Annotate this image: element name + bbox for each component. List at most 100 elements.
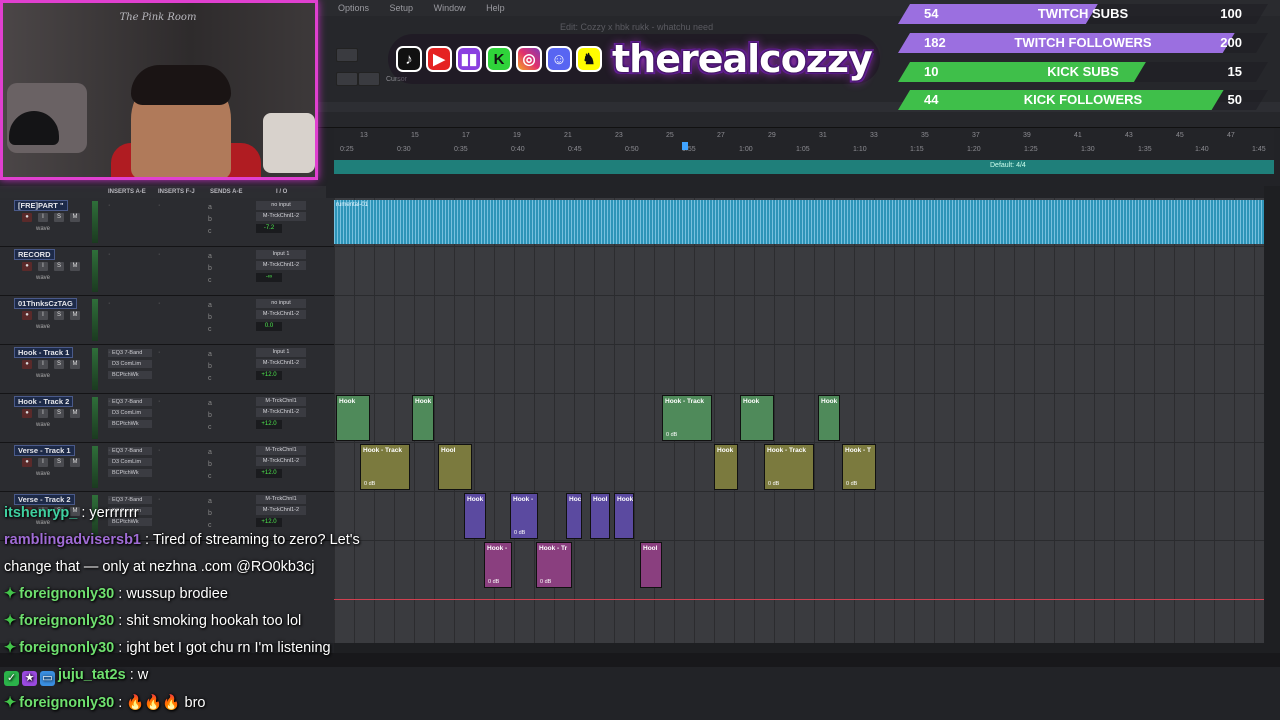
track-name[interactable]: Hook - Track 1 <box>14 347 74 358</box>
track-row[interactable]: [FRE]PART " ● I S Mwave · · a b c no input M-TrckCh… <box>0 198 334 247</box>
instrumental-audio-clip[interactable]: rumental-01 <box>334 200 1264 244</box>
edit-window-tracks[interactable]: rumental-01 Hook Hook Hook - Track 0 dB Hook… <box>334 198 1264 643</box>
track-view-selector[interactable]: wave <box>36 471 50 477</box>
track-row[interactable]: RECORD ● I S Mwave · · a b c Input 1 M-TrckChnl1-2 -… <box>0 247 334 296</box>
send-slot-b[interactable]: b <box>208 412 212 419</box>
track-view-selector[interactable]: wave <box>36 422 50 428</box>
region-clip[interactable]: Hook - Track 0 dB <box>764 444 814 490</box>
track-view-selector[interactable]: wave <box>36 226 50 232</box>
region-clip[interactable]: Hook - 0 dB <box>484 542 512 588</box>
send-slot-c[interactable]: c <box>208 228 212 235</box>
chat-username[interactable]: foreignonly30 <box>19 586 114 602</box>
region-clip[interactable]: Hook - Track 0 dB <box>360 444 410 490</box>
chat-username[interactable]: juju_tat2s <box>58 667 126 683</box>
send-slot-c[interactable]: c <box>208 326 212 333</box>
track-volume-readout[interactable]: +12.0 <box>256 518 282 527</box>
zoom-button[interactable] <box>358 72 380 86</box>
track-output-selector[interactable]: M-TrckChnl1-2 <box>256 506 306 515</box>
region-clip[interactable]: Hook <box>614 493 634 539</box>
menu-help[interactable]: Help <box>486 0 505 16</box>
empty-insert-dot[interactable]: · <box>158 202 160 209</box>
chat-username[interactable]: itshenryp_ <box>4 505 77 521</box>
region-clip[interactable]: Hook - T 0 dB <box>842 444 876 490</box>
region-clip[interactable]: Hook - Tr 0 dB <box>536 542 572 588</box>
track-volume-readout[interactable]: +12.0 <box>256 371 282 380</box>
track-name[interactable]: Hook - Track 2 <box>14 396 74 407</box>
track-view-selector[interactable]: wave <box>36 373 50 379</box>
empty-insert-dot[interactable]: · <box>108 202 110 209</box>
region-clip[interactable]: Hoc <box>566 493 582 539</box>
region-clip[interactable]: Hool <box>590 493 610 539</box>
menu-options[interactable]: Options <box>338 0 369 16</box>
track-row[interactable]: 01ThnksCzTAG ● I S Mwave · · a b c no input M-TrckC… <box>0 296 334 345</box>
input-monitor-button[interactable]: I <box>38 360 48 369</box>
send-slot-b[interactable]: b <box>208 265 212 272</box>
track-name[interactable]: [FRE]PART " <box>14 200 68 211</box>
track-name[interactable]: RECORD <box>14 249 55 260</box>
pencil-tool-button[interactable] <box>336 48 358 62</box>
send-slot-a[interactable]: a <box>208 204 212 211</box>
record-arm-button[interactable]: ● <box>22 458 32 467</box>
send-slot-b[interactable]: b <box>208 314 212 321</box>
insert-slot[interactable]: D3 ComLim <box>108 360 152 368</box>
empty-insert-dot[interactable]: · <box>108 300 110 307</box>
region-clip[interactable]: Hook <box>464 493 486 539</box>
send-slot-c[interactable]: c <box>208 375 212 382</box>
track-input-selector[interactable]: Input 1 <box>256 250 306 259</box>
track-input-selector[interactable]: M-TrckChnl1 <box>256 495 306 504</box>
empty-insert-dot[interactable]: · <box>108 251 110 258</box>
chat-username[interactable]: foreignonly30 <box>19 640 114 656</box>
insert-slot[interactable]: BCPtchWk <box>108 469 152 477</box>
track-row[interactable]: Verse - Track 1 ● I S Mwave EQ3 7-Band D3 ComL… <box>0 443 334 492</box>
chat-username[interactable]: ramblingadvisersb1 <box>4 532 141 548</box>
send-slot-b[interactable]: b <box>208 363 212 370</box>
input-monitor-button[interactable]: I <box>38 262 48 271</box>
insert-slot[interactable]: BCPtchWk <box>108 420 152 428</box>
track-output-selector[interactable]: M-TrckChnl1-2 <box>256 408 306 417</box>
menu-window[interactable]: Window <box>434 0 466 16</box>
solo-button[interactable]: S <box>54 262 64 271</box>
track-volume-readout[interactable]: -7.2 <box>256 224 282 233</box>
send-slot-a[interactable]: a <box>208 449 212 456</box>
region-clip[interactable]: Hook <box>740 395 774 441</box>
track-input-selector[interactable]: no input <box>256 201 306 210</box>
region-clip[interactable]: Hook - 0 dB <box>510 493 538 539</box>
track-row[interactable]: Hook - Track 2 ● I S Mwave EQ3 7-Band D3 ComLi… <box>0 394 334 443</box>
empty-insert-dot[interactable]: · <box>158 300 160 307</box>
track-view-selector[interactable]: wave <box>36 275 50 281</box>
region-clip[interactable]: Hool <box>438 444 472 490</box>
track-input-selector[interactable]: no input <box>256 299 306 308</box>
insert-slot[interactable]: D3 ComLim <box>108 458 152 466</box>
empty-insert-dot[interactable]: · <box>108 496 110 503</box>
mute-button[interactable]: M <box>70 409 80 418</box>
insert-slot[interactable]: BCPtchWk <box>108 371 152 379</box>
track-output-selector[interactable]: M-TrckChnl1-2 <box>256 261 306 270</box>
track-row[interactable]: Hook - Track 1 ● I S Mwave EQ3 7-Band D3 ComLi… <box>0 345 334 394</box>
send-slot-c[interactable]: c <box>208 277 212 284</box>
region-clip[interactable]: Hook <box>412 395 434 441</box>
empty-insert-dot[interactable]: · <box>158 496 160 503</box>
empty-insert-dot[interactable]: · <box>108 349 110 356</box>
mute-button[interactable]: M <box>70 213 80 222</box>
input-monitor-button[interactable]: I <box>38 311 48 320</box>
insert-slot[interactable]: EQ3 7-Band <box>108 349 152 357</box>
grabber-tool-button[interactable] <box>336 72 358 86</box>
track-input-selector[interactable]: M-TrckChnl1 <box>256 446 306 455</box>
track-name[interactable]: 01ThnksCzTAG <box>14 298 77 309</box>
track-output-selector[interactable]: M-TrckChnl1-2 <box>256 457 306 466</box>
solo-button[interactable]: S <box>54 213 64 222</box>
insert-slot[interactable]: EQ3 7-Band <box>108 447 152 455</box>
track-volume-readout[interactable]: +12.0 <box>256 420 282 429</box>
track-view-selector[interactable]: wave <box>36 324 50 330</box>
send-slot-a[interactable]: a <box>208 302 212 309</box>
track-output-selector[interactable]: M-TrckChnl1-2 <box>256 212 306 221</box>
empty-insert-dot[interactable]: · <box>158 251 160 258</box>
send-slot-a[interactable]: a <box>208 498 212 505</box>
mute-button[interactable]: M <box>70 262 80 271</box>
empty-insert-dot[interactable]: · <box>158 398 160 405</box>
playhead-marker[interactable] <box>682 142 688 150</box>
track-name[interactable]: Verse - Track 1 <box>14 445 75 456</box>
meter-ruler[interactable]: Default: 4/4 <box>334 160 1274 174</box>
input-monitor-button[interactable]: I <box>38 458 48 467</box>
send-slot-a[interactable]: a <box>208 400 212 407</box>
